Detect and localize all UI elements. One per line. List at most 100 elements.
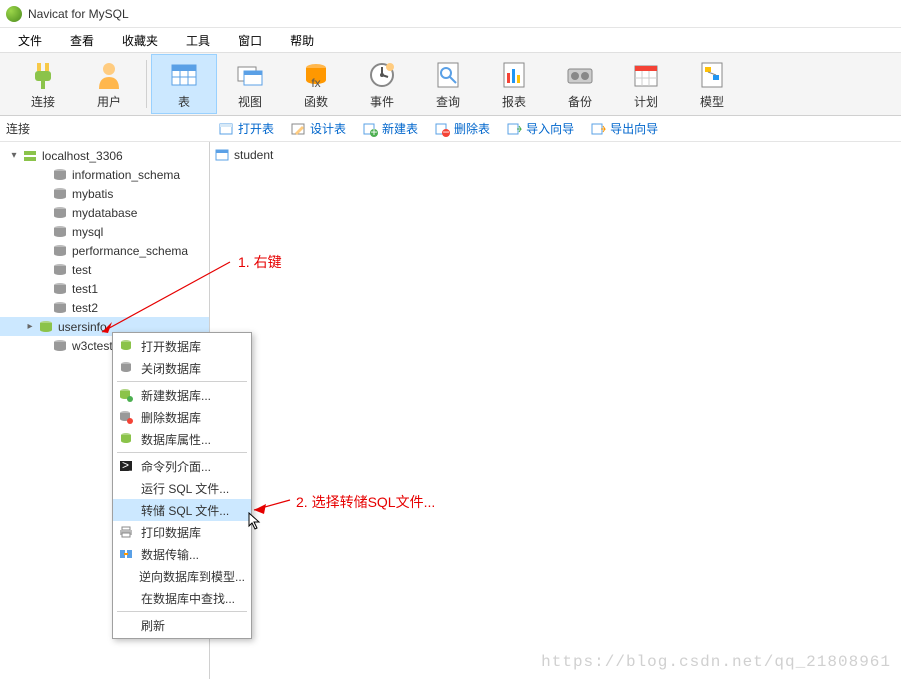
- app-logo-icon: [6, 6, 22, 22]
- menu-help[interactable]: 帮助: [276, 28, 328, 53]
- sub-new-table-label: 新建表: [382, 120, 418, 137]
- toolbar-schedule-button[interactable]: 计划: [613, 54, 679, 114]
- toolbar-report-label: 报表: [502, 93, 526, 110]
- cm-print-database[interactable]: 打印数据库: [113, 521, 251, 543]
- content-table-label: student: [234, 148, 273, 162]
- chevron-down-icon[interactable]: ▾: [8, 150, 20, 162]
- connection-tree: ▾ localhost_3306 information_schema myba…: [0, 142, 209, 355]
- report-icon: [498, 59, 530, 91]
- cm-delete-database[interactable]: 删除数据库: [113, 406, 251, 428]
- cm-close-database[interactable]: 关闭数据库: [113, 357, 251, 379]
- blank-icon: [117, 480, 135, 496]
- menu-tools[interactable]: 工具: [172, 28, 224, 53]
- database-icon: [52, 281, 68, 297]
- toolbar-query-button[interactable]: 查询: [415, 54, 481, 114]
- cm-new-database[interactable]: 新建数据库...: [113, 384, 251, 406]
- toolbar-table-button[interactable]: 表: [151, 54, 217, 114]
- tree-db-item[interactable]: test: [0, 260, 209, 279]
- svg-text:−: −: [443, 125, 450, 137]
- tree-root-label: localhost_3306: [42, 149, 123, 163]
- schedule-icon: [630, 59, 662, 91]
- cm-find-in-database[interactable]: 在数据库中查找...: [113, 587, 251, 609]
- database-open-icon: [38, 319, 54, 335]
- menu-file[interactable]: 文件: [4, 28, 56, 53]
- sub-design-table-label: 设计表: [310, 120, 346, 137]
- tree-db-item[interactable]: performance_schema: [0, 241, 209, 260]
- cursor-icon: [248, 512, 262, 533]
- blank-icon: [117, 502, 135, 518]
- model-icon: [696, 59, 728, 91]
- blank-icon: [117, 590, 135, 606]
- sub-toolbar: 连接 打开表 设计表 +新建表 −删除表 导入向导 导出向导: [0, 116, 901, 142]
- sub-delete-table-button[interactable]: −删除表: [426, 118, 498, 139]
- tree-db-item[interactable]: mybatis: [0, 184, 209, 203]
- toolbar-function-button[interactable]: fx 函数: [283, 54, 349, 114]
- cm-open-database[interactable]: 打开数据库: [113, 335, 251, 357]
- title-bar: Navicat for MySQL: [0, 0, 901, 28]
- toolbar-report-button[interactable]: 报表: [481, 54, 547, 114]
- cm-separator: [117, 611, 247, 612]
- svg-text:>_: >_: [122, 459, 133, 472]
- toolbar-view-button[interactable]: 视图: [217, 54, 283, 114]
- tree-db-item[interactable]: test2: [0, 298, 209, 317]
- cm-refresh[interactable]: 刷新: [113, 614, 251, 636]
- tree-db-item[interactable]: mysql: [0, 222, 209, 241]
- sub-design-table-button[interactable]: 设计表: [282, 118, 354, 139]
- table-icon: [168, 59, 200, 91]
- toolbar-model-button[interactable]: 模型: [679, 54, 745, 114]
- blank-icon: [117, 617, 135, 633]
- chevron-right-icon[interactable]: ▸: [24, 321, 36, 333]
- table-icon: [214, 147, 230, 163]
- cm-reverse-to-model[interactable]: 逆向数据库到模型...: [113, 565, 251, 587]
- cm-dump-sql-file[interactable]: 转储 SQL 文件...: [113, 499, 251, 521]
- toolbar-separator: [146, 60, 147, 108]
- cm-command-interface[interactable]: >_命令列介面...: [113, 455, 251, 477]
- sub-new-table-button[interactable]: +新建表: [354, 118, 426, 139]
- blank-icon: [117, 568, 133, 584]
- sub-delete-table-label: 删除表: [454, 120, 490, 137]
- cm-run-sql-file[interactable]: 运行 SQL 文件...: [113, 477, 251, 499]
- menu-favorites[interactable]: 收藏夹: [108, 28, 172, 53]
- toolbar-backup-button[interactable]: 备份: [547, 54, 613, 114]
- content-pane: student: [210, 142, 901, 679]
- open-table-icon: [218, 121, 234, 137]
- database-icon: [52, 338, 68, 354]
- server-icon: [22, 148, 38, 164]
- toolbar-user-button[interactable]: 用户: [76, 54, 142, 114]
- tree-db-item[interactable]: test1: [0, 279, 209, 298]
- database-icon: [52, 262, 68, 278]
- toolbar-model-label: 模型: [700, 93, 724, 110]
- content-table-item[interactable]: student: [214, 146, 897, 164]
- plug-icon: [27, 59, 59, 91]
- database-properties-icon: [117, 431, 135, 447]
- menu-view[interactable]: 查看: [56, 28, 108, 53]
- sub-export-label: 导出向导: [610, 120, 658, 137]
- toolbar-connect-button[interactable]: 连接: [10, 54, 76, 114]
- sub-open-table-button[interactable]: 打开表: [210, 118, 282, 139]
- tree-db-item[interactable]: information_schema: [0, 165, 209, 184]
- toolbar-query-label: 查询: [436, 93, 460, 110]
- database-icon: [52, 224, 68, 240]
- cm-data-transfer[interactable]: 数据传输...: [113, 543, 251, 565]
- sub-open-table-label: 打开表: [238, 120, 274, 137]
- toolbar-function-label: 函数: [304, 93, 328, 110]
- database-open-icon: [117, 338, 135, 354]
- toolbar-event-button[interactable]: 事件: [349, 54, 415, 114]
- toolbar-connect-label: 连接: [31, 93, 55, 110]
- sub-export-button[interactable]: 导出向导: [582, 118, 666, 139]
- terminal-icon: >_: [117, 458, 135, 474]
- import-icon: [506, 121, 522, 137]
- tree-db-item[interactable]: mydatabase: [0, 203, 209, 222]
- sub-import-button[interactable]: 导入向导: [498, 118, 582, 139]
- sub-import-label: 导入向导: [526, 120, 574, 137]
- function-icon: fx: [300, 59, 332, 91]
- toolbar-schedule-label: 计划: [634, 93, 658, 110]
- cm-database-properties[interactable]: 数据库属性...: [113, 428, 251, 450]
- tree-root[interactable]: ▾ localhost_3306: [0, 146, 209, 165]
- cm-separator: [117, 381, 247, 382]
- toolbar-event-label: 事件: [370, 93, 394, 110]
- transfer-icon: [117, 546, 135, 562]
- toolbar-user-label: 用户: [97, 93, 121, 110]
- menu-window[interactable]: 窗口: [224, 28, 276, 53]
- database-icon: [117, 360, 135, 376]
